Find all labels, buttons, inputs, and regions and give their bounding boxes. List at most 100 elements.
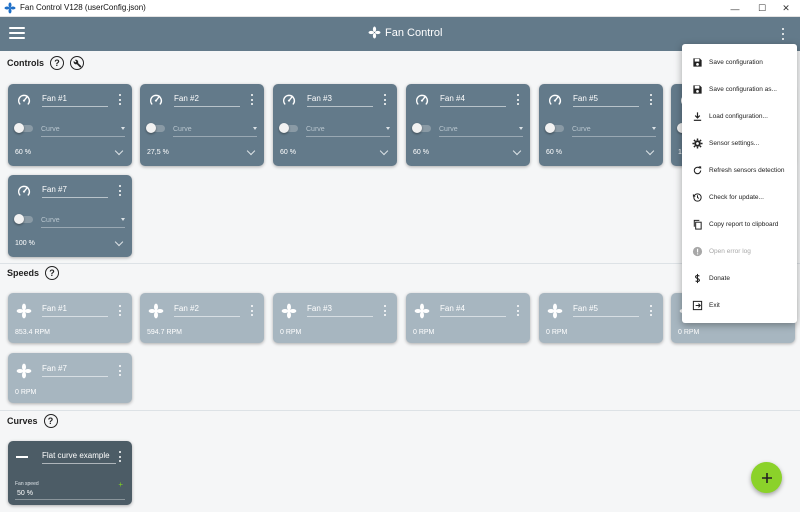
enable-toggle[interactable] <box>412 123 431 133</box>
speed-value: 594.7 RPM <box>147 329 183 336</box>
control-card[interactable]: Fan #1 Curve 60 % <box>8 84 132 166</box>
speed-card[interactable]: Fan #1 853.4 RPM <box>8 293 132 343</box>
card-menu-icon[interactable] <box>516 305 520 316</box>
curves-title: Curves <box>7 416 38 426</box>
card-menu-icon[interactable] <box>118 451 122 462</box>
speed-card[interactable]: Fan #2 594.7 RPM <box>140 293 264 343</box>
curve-select[interactable]: Curve <box>572 126 656 137</box>
control-card[interactable]: Fan #5 Curve 60 % <box>539 84 663 166</box>
speed-name[interactable]: Fan #5 <box>573 304 639 317</box>
menu-item-refresh-sensors-detection[interactable]: Refresh sensors detection <box>682 157 797 184</box>
dropdown-arrow-icon <box>386 127 390 130</box>
speed-name[interactable]: Fan #7 <box>42 364 108 377</box>
dropdown-arrow-icon <box>121 127 125 130</box>
gear-icon <box>691 138 703 150</box>
wrench-icon[interactable] <box>70 56 84 70</box>
menu-item-save-configuration-as[interactable]: Save configuration as... <box>682 76 797 103</box>
card-menu-icon[interactable] <box>383 94 387 105</box>
speeds-title: Speeds <box>7 268 40 278</box>
enable-toggle[interactable] <box>545 123 564 133</box>
gauge-icon <box>150 94 163 105</box>
gauge-icon <box>18 94 31 105</box>
menu-item-load-configuration[interactable]: Load configuration... <box>682 103 797 130</box>
menu-item-sensor-settings[interactable]: Sensor settings... <box>682 130 797 157</box>
speeds-header: Speeds ? <box>7 266 60 280</box>
menu-item-label: Check for update... <box>709 194 764 201</box>
control-name[interactable]: Fan #5 <box>573 94 639 107</box>
curve-select[interactable]: Curve <box>306 126 390 137</box>
speed-name[interactable]: Fan #4 <box>440 304 506 317</box>
speed-name[interactable]: Fan #3 <box>307 304 373 317</box>
card-menu-icon[interactable] <box>516 94 520 105</box>
menu-item-label: Load configuration... <box>709 113 768 120</box>
speed-card[interactable]: Fan #3 0 RPM <box>273 293 397 343</box>
curves-header: Curves ? <box>7 414 58 428</box>
control-card[interactable]: Fan #4 Curve 60 % <box>406 84 530 166</box>
overflow-menu-icon[interactable] <box>780 28 786 40</box>
enable-toggle[interactable] <box>279 123 298 133</box>
card-menu-icon[interactable] <box>250 305 254 316</box>
chevron-down-icon[interactable] <box>246 146 256 156</box>
curve-select-placeholder: Curve <box>41 217 60 224</box>
menu-item-check-for-update[interactable]: Check for update... <box>682 184 797 211</box>
speed-card[interactable]: Fan #4 0 RPM <box>406 293 530 343</box>
speeds-help-icon[interactable]: ? <box>45 266 60 280</box>
menu-item-open-error-log[interactable]: Open error log <box>682 238 797 265</box>
curve-name[interactable]: Flat curve example <box>42 451 116 464</box>
chevron-down-icon[interactable] <box>645 146 655 156</box>
controls-help-icon[interactable]: ? <box>50 56 64 70</box>
card-menu-icon[interactable] <box>383 305 387 316</box>
control-name[interactable]: Fan #2 <box>174 94 240 107</box>
control-card[interactable]: Fan #7 Curve 100 % <box>8 175 132 257</box>
control-value: 60 % <box>280 149 296 156</box>
enable-toggle[interactable] <box>146 123 165 133</box>
card-menu-icon[interactable] <box>250 94 254 105</box>
card-menu-icon[interactable] <box>649 94 653 105</box>
curve-select[interactable]: Curve <box>173 126 257 137</box>
close-button[interactable]: ✕ <box>772 0 800 17</box>
curve-card[interactable]: Flat curve example Fan speed + 50 % <box>8 441 132 505</box>
card-menu-icon[interactable] <box>118 185 122 196</box>
fan-speed-value[interactable]: 50 % <box>17 490 33 497</box>
curve-select[interactable]: Curve <box>439 126 523 137</box>
speed-name[interactable]: Fan #1 <box>42 304 108 317</box>
chevron-down-icon[interactable] <box>114 146 124 156</box>
speed-card[interactable]: Fan #5 0 RPM <box>539 293 663 343</box>
flat-curve-icon <box>16 456 28 458</box>
menu-item-copy-report-to-clipboard[interactable]: Copy report to clipboard <box>682 211 797 238</box>
menu-item-exit[interactable]: Exit <box>682 292 797 319</box>
enable-toggle[interactable] <box>14 123 33 133</box>
minimize-button[interactable]: — <box>721 0 749 17</box>
chevron-down-icon[interactable] <box>512 146 522 156</box>
curve-select[interactable]: Curve <box>41 217 125 228</box>
control-name[interactable]: Fan #7 <box>42 185 108 198</box>
chevron-down-icon[interactable] <box>379 146 389 156</box>
control-name[interactable]: Fan #3 <box>307 94 373 107</box>
window-title: Fan Control V128 (userConfig.json) <box>20 3 146 12</box>
control-name[interactable]: Fan #4 <box>440 94 506 107</box>
curves-help-icon[interactable]: ? <box>43 414 58 428</box>
control-card[interactable]: Fan #3 Curve 60 % <box>273 84 397 166</box>
curve-select[interactable]: Curve <box>41 126 125 137</box>
card-menu-icon[interactable] <box>118 365 122 376</box>
menu-item-save-configuration[interactable]: Save configuration <box>682 49 797 76</box>
control-name[interactable]: Fan #1 <box>42 94 108 107</box>
dropdown-arrow-icon <box>652 127 656 130</box>
add-button[interactable] <box>751 462 782 493</box>
card-menu-icon[interactable] <box>118 94 122 105</box>
hamburger-menu-icon[interactable] <box>9 27 25 39</box>
dropdown-arrow-icon <box>253 127 257 130</box>
control-value: 100 % <box>15 240 35 247</box>
menu-item-label: Exit <box>709 302 720 309</box>
speed-card[interactable]: Fan #7 0 RPM <box>8 353 132 403</box>
gauge-icon <box>283 94 296 105</box>
increment-icon[interactable]: + <box>118 480 123 489</box>
chevron-down-icon[interactable] <box>114 237 124 247</box>
card-menu-icon[interactable] <box>649 305 653 316</box>
speed-name[interactable]: Fan #2 <box>174 304 240 317</box>
enable-toggle[interactable] <box>14 214 33 224</box>
menu-item-donate[interactable]: Donate <box>682 265 797 292</box>
control-card[interactable]: Fan #2 Curve 27,5 % <box>140 84 264 166</box>
overflow-menu: Save configuration Save configuration as.… <box>682 44 797 323</box>
card-menu-icon[interactable] <box>118 305 122 316</box>
